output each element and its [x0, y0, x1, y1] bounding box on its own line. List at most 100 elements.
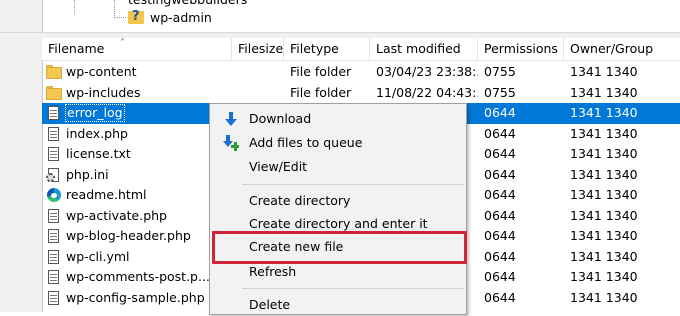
edge-browser-icon [46, 187, 62, 203]
last-modified-cell: 11/08/22 04:43:... [376, 84, 478, 100]
document-icon [46, 208, 62, 224]
permissions-cell: 0644 [484, 269, 516, 284]
document-icon [46, 269, 62, 285]
owner-group-cell: 1341 1340 [570, 146, 638, 161]
filename-cell[interactable]: wp-activate.php [42, 206, 232, 226]
menu-item-label: Refresh [249, 264, 297, 279]
menu-item-label: Create directory [249, 193, 351, 208]
download-arrow-icon [225, 112, 237, 126]
menu-item-label: View/Edit [249, 159, 308, 174]
filename-cell[interactable]: wp-config-sample.php [42, 288, 232, 308]
permissions-cell: 0644 [484, 289, 516, 305]
last-modified-cell: 03/04/23 23:38:... [376, 64, 478, 79]
file-row[interactable]: wp-includes File folder 11/08/22 04:43:...… [42, 83, 680, 104]
filename-cell[interactable]: index.php [42, 124, 232, 144]
tree-line [114, 0, 115, 18]
list-gutter [0, 38, 43, 312]
menu-item-label: Delete [249, 297, 291, 312]
filename-cell[interactable]: license.txt [42, 144, 232, 164]
filename-cell[interactable]: readme.html [42, 185, 232, 205]
filename-cell[interactable]: error_log [42, 103, 232, 123]
owner-group-cell: 1341 1340 [570, 64, 638, 79]
tree-item-label: testingwebbuilders [128, 0, 247, 7]
sort-ascending-icon: ˄ [120, 38, 125, 49]
menu-item-download[interactable]: Download [212, 108, 464, 130]
filename-cell[interactable]: wp-blog-header.php [42, 226, 232, 246]
filename-text: wp-config-sample.php [66, 289, 205, 305]
permissions-cell: 0644 [484, 146, 516, 161]
tree-line [114, 17, 126, 18]
permissions-cell: 0755 [484, 64, 516, 79]
filename-cell[interactable]: php.ini [42, 165, 232, 185]
folder-icon [46, 85, 62, 101]
owner-group-cell: 1341 1340 [570, 289, 638, 305]
menu-item-label: Add files to queue [249, 135, 363, 150]
file-list-header: Filename ˄ Filesize Filetype Last modifi… [42, 38, 680, 61]
column-header-label: Owner/Group [570, 41, 654, 56]
tree-item-testingwebbuilders[interactable]: testingwebbuilders [128, 0, 247, 8]
permissions-cell: 0644 [484, 187, 516, 202]
filetype-cell: File folder [290, 84, 352, 100]
filesize-cell [232, 83, 284, 103]
filename-cell[interactable]: wp-comments-post.p... [42, 267, 232, 287]
file-row[interactable]: wp-content File folder 03/04/23 23:38:... 0… [42, 62, 680, 83]
column-header-filesize[interactable]: Filesize [232, 38, 284, 60]
permissions-cell: 0644 [484, 207, 516, 223]
menu-separator [242, 288, 464, 289]
column-header-filetype[interactable]: Filetype [284, 38, 370, 60]
column-header-label: Permissions [484, 41, 558, 56]
column-header-filename[interactable]: Filename ˄ [42, 38, 232, 60]
menu-item-add-files-to-queue[interactable]: Add files to queue [212, 132, 464, 154]
owner-group-cell: 1341 1340 [570, 125, 638, 141]
tree-gutter [0, 0, 43, 32]
owner-group-cell: 1341 1340 [570, 84, 638, 100]
menu-separator [242, 184, 464, 185]
permissions-cell: 0644 [484, 125, 516, 141]
permissions-cell: 0644 [484, 248, 516, 264]
filename-cell[interactable]: wp-includes [42, 83, 232, 103]
menu-item-delete[interactable]: Delete [212, 294, 464, 316]
column-header-permissions[interactable]: Permissions [478, 38, 564, 60]
permissions-cell: 0755 [484, 84, 516, 100]
owner-group-cell: 1341 1340 [570, 207, 638, 223]
owner-group-cell: 1341 1340 [570, 105, 638, 120]
filetype-cell: File folder [290, 64, 352, 79]
tree-line [74, 0, 75, 14]
document-icon [46, 290, 62, 306]
filename-text: index.php [66, 125, 128, 141]
filename-cell[interactable]: wp-content [42, 62, 232, 82]
filename-text: readme.html [66, 187, 147, 202]
filename-text: error_log [65, 104, 125, 122]
document-icon [46, 146, 62, 162]
column-header-label: Filename [48, 41, 105, 56]
highlight-annotation [212, 231, 467, 264]
tree-item-wp-admin[interactable]: ? wp-admin [128, 8, 212, 26]
permissions-cell: 0644 [484, 228, 516, 243]
filename-text: wp-cli.yml [66, 248, 130, 264]
column-header-last-modified[interactable]: Last modified [370, 38, 478, 60]
filename-text: wp-includes [66, 84, 141, 100]
owner-group-cell: 1341 1340 [570, 269, 638, 284]
remote-directory-tree: testingwebbuilders ? wp-admin [0, 0, 680, 32]
menu-item-refresh[interactable]: Refresh [212, 261, 464, 283]
filename-text: license.txt [66, 146, 131, 161]
filename-cell[interactable]: wp-cli.yml [42, 247, 232, 267]
column-header-owner-group[interactable]: Owner/Group [564, 38, 680, 60]
column-header-label: Filetype [290, 41, 339, 56]
filename-text: wp-comments-post.p... [66, 269, 210, 284]
document-icon [46, 249, 62, 265]
owner-group-cell: 1341 1340 [570, 228, 638, 243]
document-icon [46, 228, 62, 244]
menu-item-view-edit[interactable]: View/Edit [212, 156, 464, 178]
owner-group-cell: 1341 1340 [570, 187, 638, 202]
owner-group-cell: 1341 1340 [570, 166, 638, 182]
filename-text: wp-content [66, 64, 137, 79]
add-to-queue-icon [223, 135, 239, 151]
permissions-cell: 0644 [484, 105, 516, 120]
owner-group-cell: 1341 1340 [570, 248, 638, 264]
permissions-cell: 0644 [484, 166, 516, 182]
column-header-label: Last modified [376, 41, 461, 56]
document-icon [46, 126, 62, 142]
menu-item-create-directory[interactable]: Create directory [212, 190, 464, 212]
tree-item-label: wp-admin [150, 9, 212, 25]
